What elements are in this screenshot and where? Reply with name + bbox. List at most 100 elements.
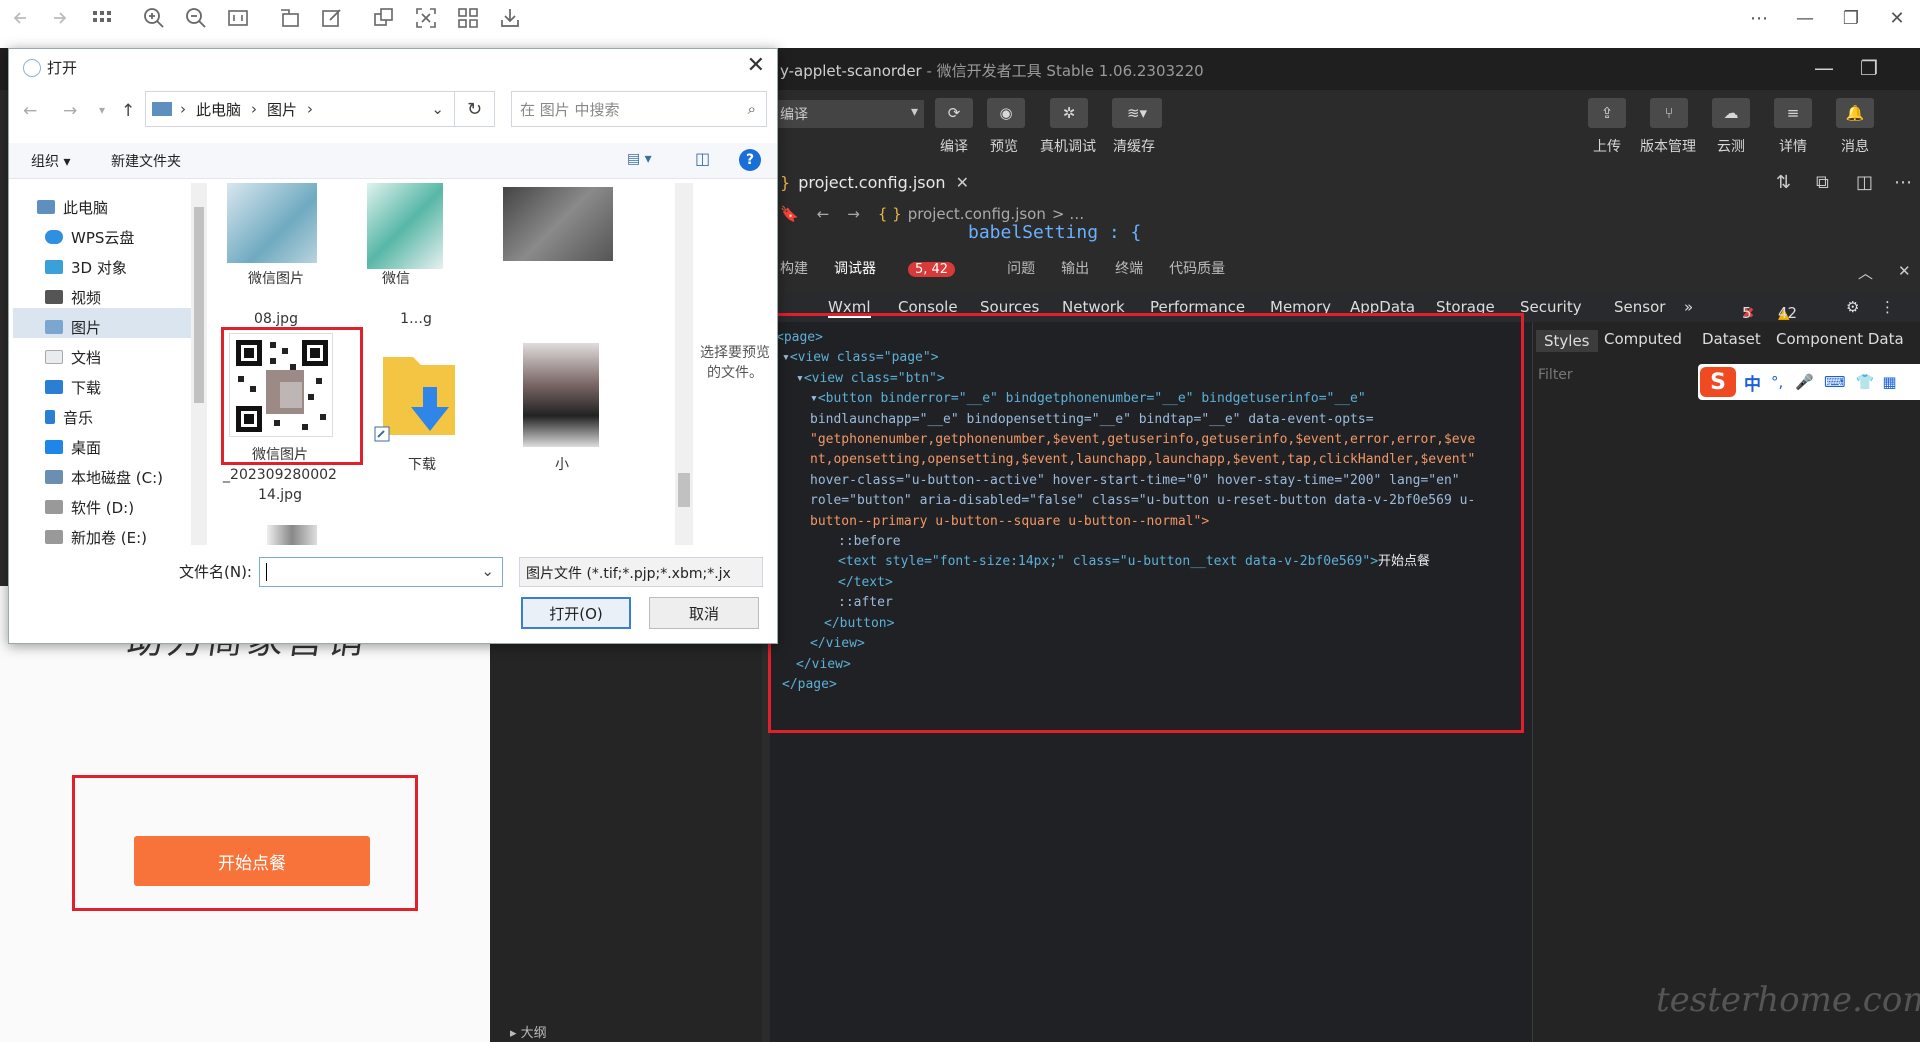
tree-downloads[interactable]: 下载 xyxy=(45,375,101,399)
upload-icon[interactable]: ⇪ xyxy=(1588,98,1626,128)
tab-output[interactable]: 输出 xyxy=(1061,261,1089,277)
compare-icon[interactable]: ⇅ xyxy=(1776,172,1791,193)
nav-back-icon[interactable]: ← xyxy=(817,205,830,223)
devtools-maximize-icon[interactable]: ❐ xyxy=(1860,56,1878,80)
grid-icon[interactable] xyxy=(90,6,114,30)
folder-icon[interactable] xyxy=(373,347,463,443)
open-button[interactable]: 打开(O) xyxy=(521,597,631,629)
outline-section[interactable]: ▸ 大纲 xyxy=(510,1022,547,1041)
more-icon[interactable]: ⋯ xyxy=(1736,8,1782,29)
tab-styles[interactable]: Styles xyxy=(1536,330,1598,352)
copy-icon[interactable] xyxy=(372,6,396,30)
address-bar[interactable]: › 此电脑 › 图片 › ⌄ xyxy=(145,91,455,127)
filename-dropdown-icon[interactable]: ⌄ xyxy=(481,562,494,580)
address-dropdown-icon[interactable]: ⌄ xyxy=(431,100,444,118)
up-arrow-icon[interactable]: ↑ xyxy=(121,101,135,121)
compile-mode-select[interactable]: 编译 ▾ xyxy=(774,100,924,128)
tree-this-pc[interactable]: 此电脑 xyxy=(37,195,108,219)
new-folder-button[interactable]: 新建文件夹 xyxy=(111,151,181,171)
tab-code-quality[interactable]: 代码质量 xyxy=(1169,261,1225,277)
clear-cache-icon[interactable]: ≋▾ xyxy=(1112,98,1162,128)
zoom-in-icon[interactable] xyxy=(142,6,166,30)
tab-dataset[interactable]: Dataset xyxy=(1702,330,1761,348)
help-icon[interactable]: ? xyxy=(739,149,761,171)
tab-component-data[interactable]: Component Data xyxy=(1776,330,1904,348)
file-thumbnail[interactable] xyxy=(227,183,317,263)
styles-filter-input[interactable]: Filter xyxy=(1538,367,1573,383)
preview-pane-icon[interactable]: ◫ xyxy=(695,149,710,168)
cancel-button[interactable]: 取消 xyxy=(649,597,759,629)
file-thumbnail[interactable] xyxy=(367,183,443,269)
file-thumbnail[interactable] xyxy=(523,343,599,447)
tree-desktop[interactable]: 桌面 xyxy=(45,435,101,459)
tree-drive-c[interactable]: 本地磁盘 (C:) xyxy=(45,465,163,489)
ime-keyboard-icon[interactable]: ⌨ xyxy=(1824,373,1846,391)
bookmark-icon[interactable]: 🔖 xyxy=(780,205,799,223)
preview-icon[interactable]: ◉ xyxy=(987,98,1025,128)
ime-voice-icon[interactable]: 🎤 xyxy=(1795,373,1814,391)
refresh-icon[interactable]: ↻ xyxy=(455,91,495,127)
tree-drive-e[interactable]: 新加卷 (E:) xyxy=(45,525,147,549)
restore-button[interactable]: ❐ xyxy=(1828,8,1874,29)
tree-wps-cloud[interactable]: WPS云盘 xyxy=(45,225,134,249)
grid-scrollbar[interactable] xyxy=(675,183,693,545)
split-editor-icon[interactable]: ◫ xyxy=(1856,172,1873,193)
ime-chinese-mode[interactable]: 中 xyxy=(1744,370,1761,395)
ime-tools-icon[interactable]: ▦ xyxy=(1882,373,1896,391)
collapse-panel-icon[interactable]: ︿ xyxy=(1858,262,1873,283)
back-arrow-icon[interactable] xyxy=(10,6,34,30)
edit-icon[interactable] xyxy=(320,6,344,30)
details-icon[interactable]: ≡ xyxy=(1774,98,1812,128)
editor-more-icon[interactable]: ⋯ xyxy=(1894,172,1912,193)
rotate-icon[interactable] xyxy=(278,6,302,30)
tab-terminal[interactable]: 终端 xyxy=(1115,261,1143,277)
close-panel-icon[interactable]: ✕ xyxy=(1898,262,1911,280)
ime-toolbar[interactable]: S 中 °, 🎤 ⌨ 👕 ▦ xyxy=(1698,364,1920,400)
version-control-icon[interactable]: ⑂ xyxy=(1650,98,1688,128)
tree-3d-objects[interactable]: 3D 对象 xyxy=(45,255,127,279)
forward-arrow-icon[interactable] xyxy=(48,6,72,30)
recent-dropdown-icon[interactable]: ▾ xyxy=(99,103,105,117)
tree-scrollbar[interactable] xyxy=(191,183,207,545)
compile-icon[interactable]: ⟳ xyxy=(935,98,973,128)
qr-scan-icon[interactable] xyxy=(456,6,480,30)
cloud-test-icon[interactable]: ☁ xyxy=(1712,98,1750,128)
filename-input[interactable]: ⌄ xyxy=(259,557,503,587)
close-button[interactable]: ✕ xyxy=(1874,8,1920,29)
filetype-select[interactable]: 图片文件 (*.tif;*.pjp;*.xbm;*.jx xyxy=(519,557,763,587)
tab-build[interactable]: 构建 xyxy=(780,261,808,277)
download-icon[interactable] xyxy=(498,6,522,30)
zoom-out-icon[interactable] xyxy=(184,6,208,30)
search-input[interactable]: 在 图片 中搜索 ⌕ xyxy=(511,91,767,127)
tab-issues[interactable]: 问题 xyxy=(1007,261,1035,277)
copy-file-icon[interactable]: ⧉ xyxy=(1816,172,1829,193)
view-options-icon[interactable]: ▤ ▾ xyxy=(627,151,652,167)
file-tab-project-config[interactable]: } project.config.json ✕ xyxy=(780,164,969,200)
dialog-close-icon[interactable]: ✕ xyxy=(747,53,765,78)
minimize-button[interactable]: — xyxy=(1782,8,1828,29)
fit-window-icon[interactable] xyxy=(226,6,250,30)
nav-forward-icon[interactable]: → xyxy=(847,205,860,223)
message-icon[interactable]: 🔔 xyxy=(1836,98,1874,128)
breadcrumb-pictures[interactable]: 图片 xyxy=(267,99,297,120)
file-thumbnail[interactable] xyxy=(503,187,613,261)
tab-sensor[interactable]: Sensor xyxy=(1614,298,1665,316)
tab-close-icon[interactable]: ✕ xyxy=(956,173,969,192)
settings-gear-icon[interactable]: ⚙ xyxy=(1846,298,1859,316)
ime-punct-icon[interactable]: °, xyxy=(1771,373,1783,391)
tree-documents[interactable]: 文档 xyxy=(45,345,101,369)
devtools-minimize-icon[interactable]: — xyxy=(1814,56,1834,80)
crop-icon[interactable] xyxy=(414,6,438,30)
more-tabs-icon[interactable]: » xyxy=(1684,298,1693,316)
tab-computed[interactable]: Computed xyxy=(1604,330,1682,348)
breadcrumb-this-pc[interactable]: 此电脑 xyxy=(196,99,241,120)
file-thumbnail[interactable] xyxy=(267,525,317,545)
ime-skin-icon[interactable]: 👕 xyxy=(1856,373,1875,391)
real-device-debug-icon[interactable]: ✲ xyxy=(1050,98,1088,128)
kebab-menu-icon[interactable]: ⋮ xyxy=(1880,298,1895,316)
tree-videos[interactable]: 视频 xyxy=(45,285,101,309)
tree-drive-d[interactable]: 软件 (D:) xyxy=(45,495,134,519)
tab-security[interactable]: Security xyxy=(1520,298,1582,316)
forward-arrow-icon[interactable]: → xyxy=(63,101,77,121)
organize-menu[interactable]: 组织 ▾ xyxy=(31,151,70,171)
